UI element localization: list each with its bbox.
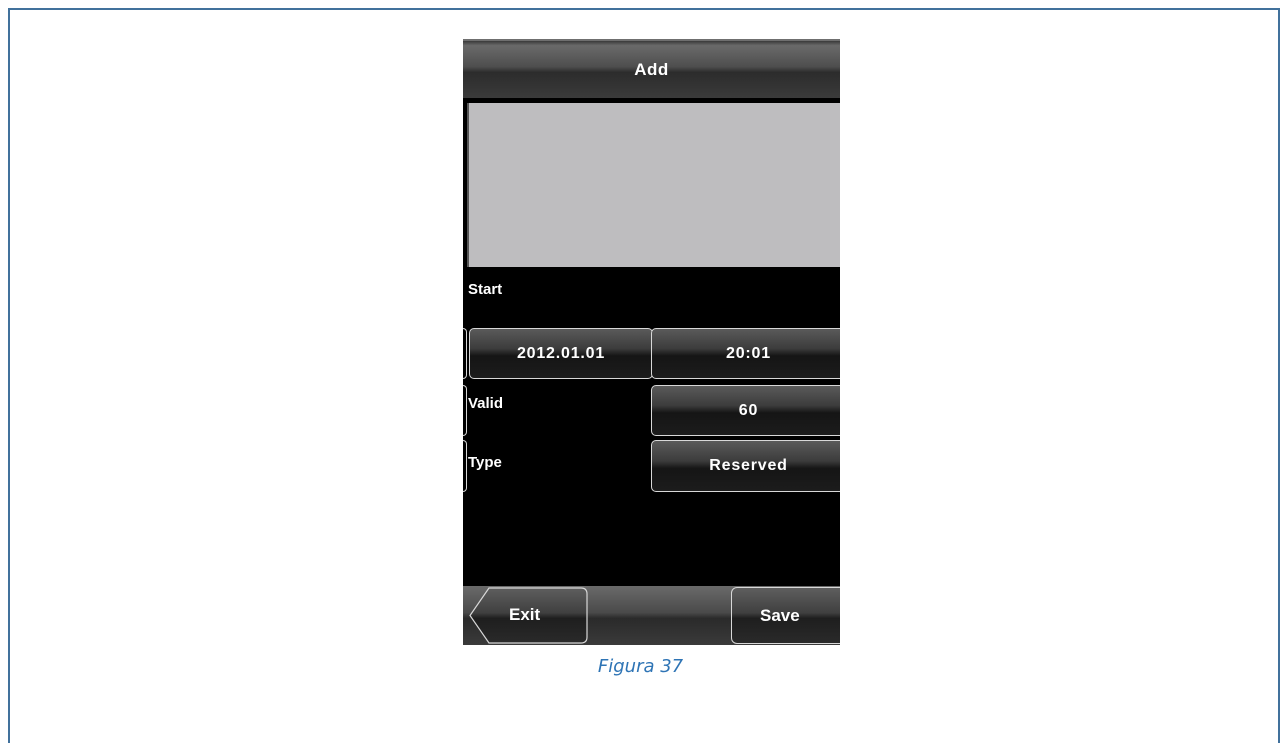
start-date-value: 2012.01.01 <box>516 344 606 362</box>
type-button[interactable]: Reserved <box>651 440 840 492</box>
device-screen: Add Start 2012.01.01 20:01 Valid 60 Type… <box>463 39 840 645</box>
start-label: Start <box>468 281 503 298</box>
save-label: Save <box>760 605 800 625</box>
figure-caption: Figura 37 <box>597 656 684 677</box>
row-edge-valid <box>463 385 467 436</box>
start-date-button[interactable]: 2012.01.01 <box>469 328 653 379</box>
title-bar: Add <box>463 39 840 98</box>
start-time-button[interactable]: 20:01 <box>651 328 840 379</box>
valid-button[interactable]: 60 <box>651 385 840 436</box>
type-value: Reserved <box>709 457 788 474</box>
valid-label: Valid <box>468 395 504 412</box>
save-button[interactable]: Save <box>731 587 840 644</box>
exit-button[interactable]: Exit <box>469 587 588 644</box>
exit-label: Exit <box>509 605 541 624</box>
bottom-bar: Exit Save <box>463 586 840 645</box>
row-edge-type <box>463 440 467 492</box>
screen-title: Add <box>634 59 669 79</box>
start-time-value: 20:01 <box>726 344 771 362</box>
type-label: Type <box>468 454 502 471</box>
valid-value: 60 <box>738 401 759 419</box>
row-edge-start <box>463 328 467 379</box>
message-preview-area[interactable] <box>467 103 840 267</box>
